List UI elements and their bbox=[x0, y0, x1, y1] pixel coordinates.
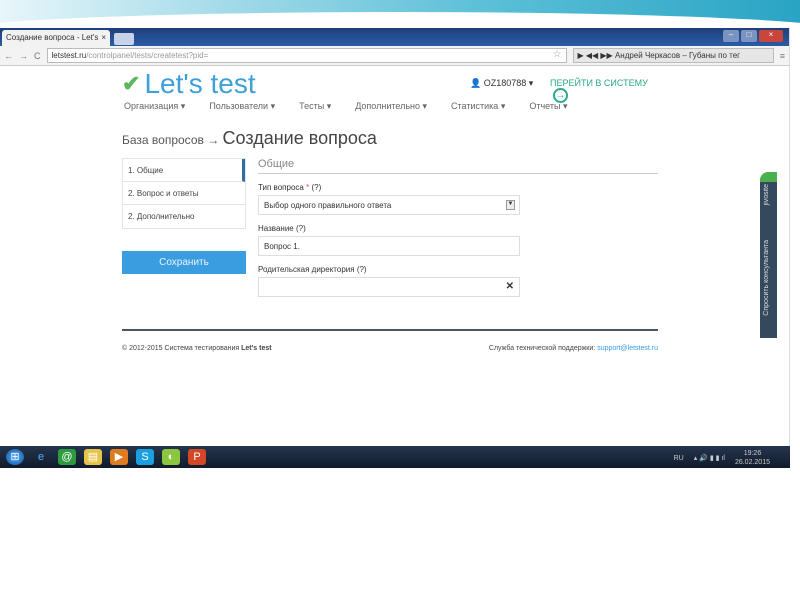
tray-icons[interactable]: ▴ 🔊 ▮ ▮ ıl bbox=[694, 454, 725, 462]
breadcrumb: База вопросов → Создание вопроса bbox=[122, 128, 377, 149]
clock[interactable]: 19:26 26.02.2015 bbox=[735, 449, 770, 467]
name-label: Название (?) bbox=[258, 224, 306, 233]
nav-statistics[interactable]: Статистика ▾ bbox=[451, 101, 505, 112]
help-link[interactable]: (?) bbox=[357, 265, 367, 274]
help-link[interactable]: (?) bbox=[296, 224, 306, 233]
start-button-icon[interactable]: ⊞ bbox=[6, 449, 24, 465]
section-title: Общие bbox=[258, 158, 658, 174]
nav-additional[interactable]: Дополнительно ▾ bbox=[355, 101, 427, 112]
jivosite-chat-widget[interactable]: jivosite Спросить консультанта bbox=[760, 172, 777, 338]
support-email-link[interactable]: support@letstest.ru bbox=[597, 345, 658, 352]
nav-reports[interactable]: Отчеты ▾ bbox=[529, 101, 567, 112]
directory-label: Родительская директория (?) bbox=[258, 265, 367, 274]
menu-icon[interactable]: ≡ bbox=[780, 51, 785, 61]
nav-tests[interactable]: Тесты ▾ bbox=[299, 101, 331, 112]
question-type-select[interactable]: Выбор одного правильного ответа ▼ bbox=[258, 195, 520, 215]
browser-tab[interactable]: Создание вопроса - Let's × bbox=[2, 30, 110, 46]
clear-icon[interactable]: ✕ bbox=[506, 281, 514, 292]
step-general[interactable]: 1. Общие bbox=[123, 159, 245, 182]
url-domain: letstest.ru bbox=[51, 51, 87, 60]
name-input[interactable]: Вопрос 1. bbox=[258, 236, 520, 256]
reload-icon[interactable]: C bbox=[34, 51, 41, 61]
main-nav: Организация ▾ Пользователи ▾ Тесты ▾ Доп… bbox=[124, 101, 567, 112]
taskbar: ⊞ e @ ▤ ▶ S ◐ P RU ▴ 🔊 ▮ ▮ ıl 19:26 26.02… bbox=[0, 446, 790, 468]
close-tab-icon[interactable]: × bbox=[101, 33, 106, 42]
internet-explorer-icon[interactable]: e bbox=[32, 449, 50, 465]
checkmark-logo-icon: ✔ bbox=[122, 71, 141, 96]
question-form: Общие Тип вопроса * (?) Выбор одного пра… bbox=[258, 158, 658, 297]
file-explorer-icon[interactable]: ▤ bbox=[84, 449, 102, 465]
breadcrumb-parent[interactable]: База вопросов → bbox=[122, 133, 219, 147]
slide-decoration bbox=[0, 0, 800, 30]
copyright: © 2012-2015 Система тестирования bbox=[122, 345, 240, 352]
footer: © 2012-2015 Система тестирования Let's t… bbox=[122, 329, 658, 352]
help-link[interactable]: (?) bbox=[311, 183, 321, 192]
enter-system-link[interactable]: ПЕРЕЙТИ В СИСТЕМУ→ bbox=[550, 78, 658, 103]
title-bar: Создание вопроса - Let's × – □ × bbox=[0, 28, 789, 46]
music-player-extension[interactable]: ▶ ◀◀ ▶▶ Андрей Черкасов – Губаны по тег bbox=[572, 48, 774, 63]
back-icon[interactable]: ← bbox=[4, 51, 13, 61]
widget-label: Спросить консультанта bbox=[763, 240, 770, 316]
enter-label: ПЕРЕЙТИ В СИСТЕМУ bbox=[550, 78, 648, 88]
step-question-answers[interactable]: 2. Вопрос и ответы bbox=[123, 182, 245, 205]
mail-agent-icon[interactable]: @ bbox=[58, 449, 76, 465]
minimize-icon[interactable]: – bbox=[723, 30, 739, 42]
step-additional[interactable]: 2. Дополнительно bbox=[123, 205, 245, 228]
steps-list: 1. Общие 2. Вопрос и ответы 2. Дополните… bbox=[122, 158, 246, 229]
page-title: Создание вопроса bbox=[222, 128, 377, 148]
tab-title: Создание вопроса - Let's bbox=[6, 33, 99, 42]
powerpoint-icon[interactable]: P bbox=[188, 449, 206, 465]
browser-toolbar: ← → C letstest.ru/controlpanel/tests/creat… bbox=[0, 46, 789, 66]
url-path: /controlpanel/tests/createtest?pid= bbox=[86, 51, 209, 60]
close-window-icon[interactable]: × bbox=[759, 30, 783, 42]
username: OZ180788 bbox=[483, 78, 527, 88]
language-indicator[interactable]: RU bbox=[674, 455, 684, 462]
new-tab-button[interactable] bbox=[114, 33, 134, 45]
logo-text: Let's test bbox=[144, 68, 256, 99]
logo[interactable]: ✔ Let's test bbox=[122, 68, 256, 100]
maximize-icon[interactable]: □ bbox=[741, 30, 757, 42]
user-icon: 👤 bbox=[470, 78, 482, 88]
bookmark-star-icon[interactable]: ☆ bbox=[553, 49, 562, 60]
save-button[interactable]: Сохранить bbox=[122, 251, 246, 274]
nav-organization[interactable]: Организация ▾ bbox=[124, 101, 185, 112]
widget-brand: jivosite bbox=[763, 184, 770, 206]
skype-icon[interactable]: S bbox=[136, 449, 154, 465]
type-label: Тип вопроса * (?) bbox=[258, 183, 322, 192]
media-player-icon[interactable]: ▶ bbox=[110, 449, 128, 465]
forward-icon[interactable]: → bbox=[19, 51, 28, 61]
footer-brand: Let's test bbox=[241, 345, 272, 352]
dropdown-arrow-icon[interactable]: ▼ bbox=[506, 200, 515, 210]
directory-input[interactable]: ✕ bbox=[258, 277, 520, 297]
chrome-app-icon[interactable]: ◐ bbox=[162, 449, 180, 465]
player-track: Андрей Черкасов – Губаны по тег bbox=[614, 51, 741, 60]
system-tray: RU ▴ 🔊 ▮ ▮ ıl 19:26 26.02.2015 bbox=[674, 449, 770, 467]
support-label: Служба технической поддержки: bbox=[488, 345, 596, 352]
user-menu[interactable]: 👤 OZ180788 ▾ bbox=[470, 78, 533, 89]
nav-users[interactable]: Пользователи ▾ bbox=[209, 101, 275, 112]
address-bar[interactable]: letstest.ru/controlpanel/tests/createtes… bbox=[46, 48, 567, 63]
